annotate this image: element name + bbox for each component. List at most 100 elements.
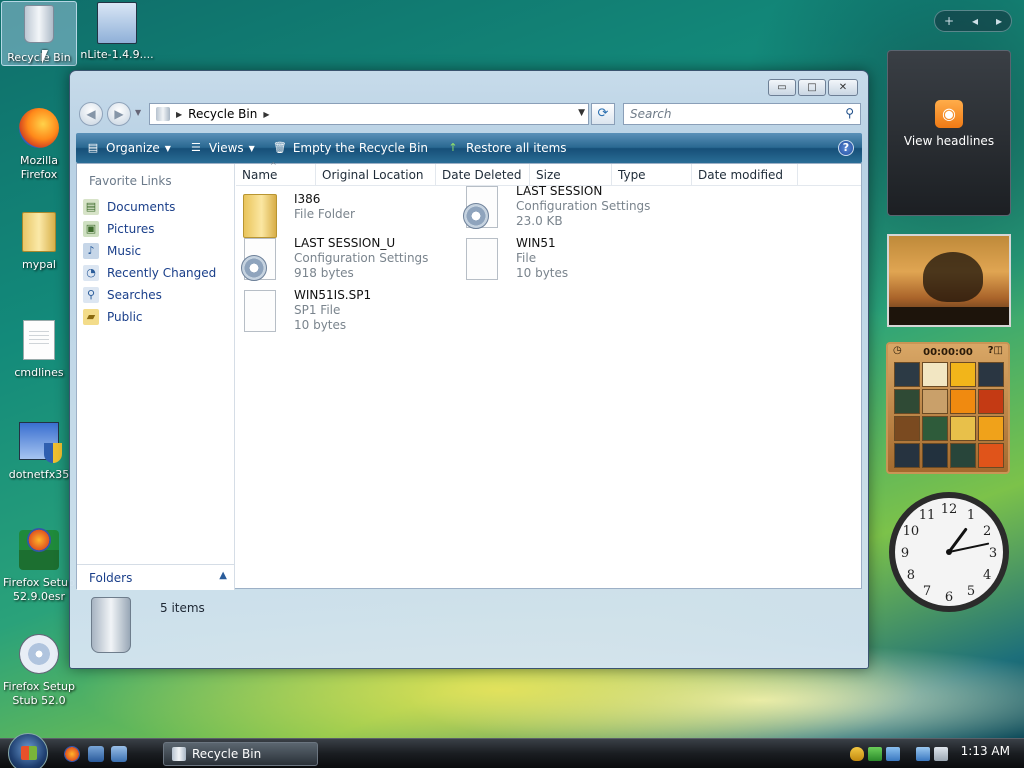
column-header-type[interactable]: Type xyxy=(612,164,692,186)
desktop-icon-recycle-bin[interactable]: Recycle Bin xyxy=(1,1,77,66)
desktop-icon-cmdlines[interactable]: cmdlines xyxy=(1,318,77,380)
file-name: LAST SESSION xyxy=(516,184,603,198)
nav-link-public[interactable]: ▰ Public xyxy=(83,306,216,328)
nav-link-label: Searches xyxy=(107,288,162,302)
timer-icon[interactable]: ◷ xyxy=(893,345,902,356)
nav-link-music[interactable]: ♪ Music xyxy=(83,240,216,262)
empty-recycle-bin-button[interactable]: 🗑 Empty the Recycle Bin xyxy=(273,141,428,155)
column-header-size[interactable]: Size xyxy=(530,164,612,186)
desktop-icon-firefox[interactable]: Mozilla Firefox xyxy=(1,106,77,182)
back-button[interactable]: ◀ xyxy=(79,102,103,126)
column-header-date-deleted[interactable]: Date Deleted xyxy=(436,164,530,186)
address-bar[interactable]: ▶ Recycle Bin ▶ ▼ xyxy=(149,103,589,125)
start-button[interactable] xyxy=(8,733,48,768)
recycle-bin-small-icon xyxy=(156,107,170,121)
address-dropdown-icon[interactable]: ▼ xyxy=(578,108,585,118)
restore-all-label: Restore all items xyxy=(466,141,567,155)
clock-numeral: 10 xyxy=(903,524,920,539)
puzzle-grid[interactable] xyxy=(894,362,1004,468)
windows-logo-icon xyxy=(21,746,37,760)
file-item[interactable]: I386 File Folder xyxy=(236,192,452,242)
refresh-button[interactable]: ⟳ xyxy=(591,103,615,125)
breadcrumb-separator-icon[interactable]: ▶ xyxy=(176,110,182,119)
desktop-icon-label: Mozilla Firefox xyxy=(20,154,58,181)
picture-puzzle-gadget[interactable]: ◷ 00:00:00 ?◫ xyxy=(886,342,1010,474)
clock-gadget[interactable]: 1 2 3 4 5 6 7 8 9 10 11 12 xyxy=(887,490,1011,614)
help-button[interactable]: ? xyxy=(838,140,854,156)
desktop-icon-mypal[interactable]: mypal xyxy=(1,210,77,272)
file-name: I386 xyxy=(294,192,321,206)
folders-toggle[interactable]: Folders ▲ xyxy=(77,564,235,590)
sidebar-controls: + ◂ ▸ xyxy=(934,10,1012,32)
forward-button[interactable]: ▶ xyxy=(107,102,131,126)
desktop-icon-label: cmdlines xyxy=(14,366,64,379)
file-type: SP1 File xyxy=(294,303,341,317)
file-type: File Folder xyxy=(294,207,355,221)
tree-photo xyxy=(923,252,983,302)
column-header-name[interactable]: ^ Name xyxy=(236,161,316,186)
feed-headlines-gadget[interactable]: ◉ View headlines xyxy=(887,50,1011,216)
close-button[interactable]: ✕ xyxy=(828,79,858,96)
clock-numeral: 7 xyxy=(923,584,931,599)
nav-link-documents[interactable]: ▤ Documents xyxy=(83,196,216,218)
taskbar: Recycle Bin 1:13 AM xyxy=(0,733,1024,768)
nav-link-recently-changed[interactable]: ◔ Recently Changed xyxy=(83,262,216,284)
file-item[interactable]: WIN51 File 10 bytes xyxy=(458,236,674,286)
taskbar-clock[interactable]: 1:13 AM xyxy=(961,744,1010,758)
blank-file-icon xyxy=(240,290,280,336)
restore-all-button[interactable]: ↑ Restore all items xyxy=(446,141,567,155)
nav-link-pictures[interactable]: ▣ Pictures xyxy=(83,218,216,240)
nav-link-searches[interactable]: ⚲ Searches xyxy=(83,284,216,306)
rss-icon: ◉ xyxy=(935,100,963,128)
column-header-original-location[interactable]: Original Location xyxy=(316,164,436,186)
breadcrumb-recycle-bin[interactable]: Recycle Bin xyxy=(188,107,257,121)
next-page-icon[interactable]: ▸ xyxy=(996,14,1002,28)
column-header-date-modified[interactable]: Date modified xyxy=(692,164,798,186)
desktop-icon-firefox-setup-stub[interactable]: Firefox Setup Stub 52.0 xyxy=(1,632,77,708)
desktop-icon-firefox-setup[interactable]: Firefox Setup 52.9.0esr xyxy=(1,528,77,604)
views-label: Views xyxy=(208,141,244,155)
app-tray-icon[interactable] xyxy=(886,747,900,761)
security-shield-icon[interactable] xyxy=(850,747,864,761)
chevron-down-icon: ▼ xyxy=(248,143,255,153)
organize-button[interactable]: ▤ Organize ▼ xyxy=(86,141,171,155)
config-file-icon xyxy=(462,186,502,232)
explorer-window[interactable]: ▭ □ ✕ ◀ ▶ ▼ ▶ Recycle Bin ▶ ▼ ⟳ Search ⚲… xyxy=(69,70,869,669)
taskbar-button-recycle-bin[interactable]: Recycle Bin xyxy=(163,742,318,766)
config-file-icon xyxy=(240,238,280,284)
show-desktop-icon[interactable] xyxy=(88,746,104,762)
puzzle-timer: 00:00:00 xyxy=(923,346,973,358)
minimize-button[interactable]: ▭ xyxy=(768,79,796,96)
file-name: WIN51IS.SP1 xyxy=(294,288,372,302)
recent-pages-chevron-icon[interactable]: ▼ xyxy=(135,108,141,117)
analog-clock: 1234567891011 12 xyxy=(889,492,1009,612)
desktop-icon-nlite[interactable]: nLite-1.4.9.... xyxy=(79,1,155,62)
switch-windows-icon[interactable] xyxy=(111,746,127,762)
views-button[interactable]: ☰ Views ▼ xyxy=(189,141,255,155)
search-input[interactable]: Search ⚲ xyxy=(623,103,861,125)
maximize-button[interactable]: □ xyxy=(798,79,826,96)
update-icon[interactable] xyxy=(868,747,882,761)
item-count: 5 items xyxy=(160,601,205,615)
previous-page-icon[interactable]: ◂ xyxy=(972,14,978,28)
puzzle-help-icon[interactable]: ?◫ xyxy=(988,345,1003,356)
volume-muted-icon[interactable] xyxy=(934,747,948,761)
firefox-icon xyxy=(17,108,61,152)
desktop-icon-label: mypal xyxy=(21,258,56,271)
add-gadget-icon[interactable]: + xyxy=(944,14,954,28)
nav-link-label: Music xyxy=(107,244,142,258)
file-item[interactable]: LAST SESSION_U Configuration Settings 91… xyxy=(236,236,452,286)
slideshow-gadget[interactable] xyxy=(887,234,1011,327)
desktop-icon-dotnetfx35[interactable]: dotnetfx35 xyxy=(1,420,77,482)
file-item[interactable]: WIN51IS.SP1 SP1 File 10 bytes xyxy=(236,288,452,338)
nav-link-label: Recently Changed xyxy=(107,266,217,280)
network-icon[interactable] xyxy=(916,747,930,761)
search-icon[interactable]: ⚲ xyxy=(845,106,854,120)
desktop-icon-label: nLite-1.4.9.... xyxy=(80,48,154,61)
clock-numeral: 6 xyxy=(945,590,953,605)
breadcrumb-chevron-icon[interactable]: ▶ xyxy=(263,110,269,119)
file-item[interactable]: LAST SESSION Configuration Settings 23.0… xyxy=(458,184,674,234)
recycle-bin-icon xyxy=(17,5,61,49)
mouse-cursor xyxy=(42,50,48,64)
firefox-quicklaunch-icon[interactable] xyxy=(64,746,80,762)
